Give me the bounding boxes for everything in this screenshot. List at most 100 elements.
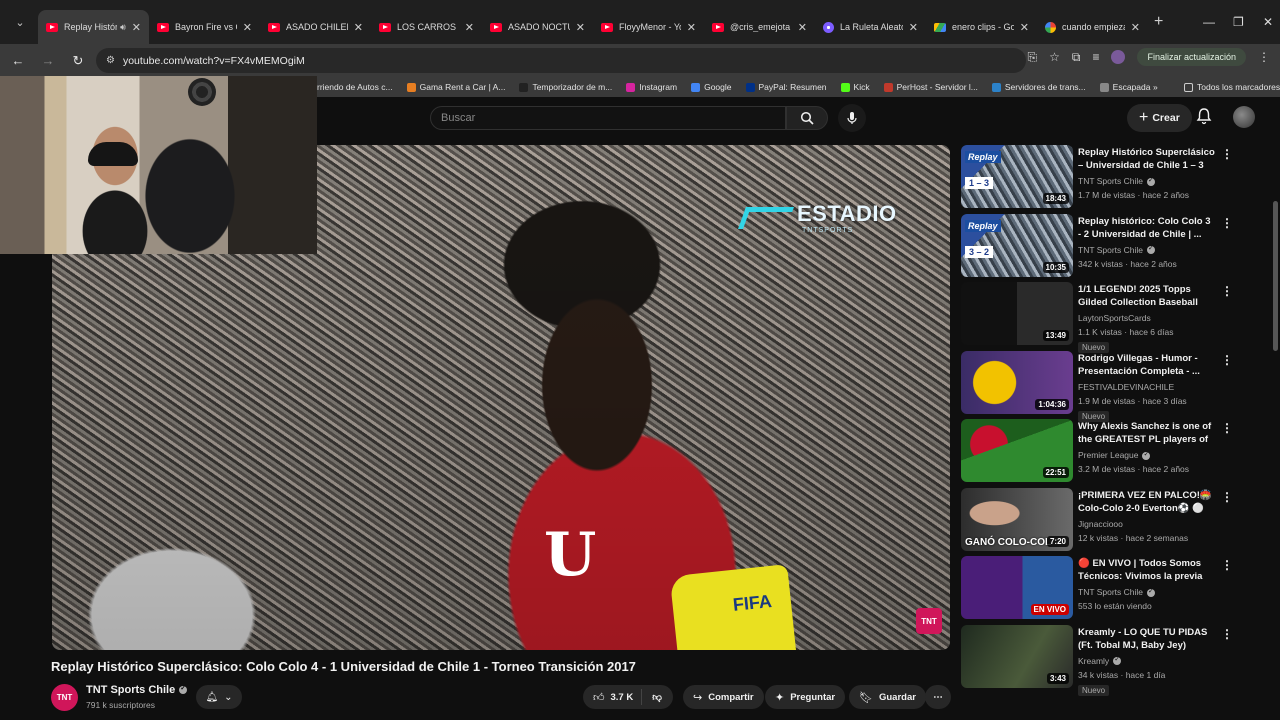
- extensions-icon[interactable]: ⧉: [1072, 50, 1081, 65]
- search-button[interactable]: [786, 106, 828, 130]
- like-button[interactable]: 👍︎ 3.7 K: [583, 689, 643, 705]
- recommended-channel[interactable]: Jignacciooo: [1078, 519, 1123, 529]
- browser-tab[interactable]: Bayron Fire vs Ori ✕: [149, 10, 260, 44]
- close-tab-icon[interactable]: ✕: [576, 21, 585, 34]
- recommended-video[interactable]: EN VIVO 🔴 EN VIVO | Todos Somos Técnicos:…: [961, 556, 1271, 620]
- more-options-icon[interactable]: ⋮: [1221, 216, 1233, 230]
- recommended-video[interactable]: 22:51 Why Alexis Sanchez is one of the GR…: [961, 419, 1271, 483]
- bookmark-item[interactable]: Servidores de trans...: [991, 82, 1086, 92]
- video-thumbnail[interactable]: 22:51: [961, 419, 1073, 482]
- recommended-title[interactable]: Replay histórico: Colo Colo 3 - 2 Univer…: [1078, 215, 1216, 241]
- close-tab-icon[interactable]: ✕: [132, 21, 141, 34]
- bookmarks-overflow-icon[interactable]: »: [1153, 82, 1158, 92]
- browser-tab[interactable]: Replay Histórico🔊︎ ✕: [38, 10, 149, 44]
- voice-search-button[interactable]: [838, 104, 866, 132]
- save-button[interactable]: 🔖︎ Guardar: [849, 685, 926, 709]
- bookmark-item[interactable]: Temporizador de m...: [519, 82, 612, 92]
- tab-search-button[interactable]: ⌄: [6, 8, 34, 36]
- reload-button[interactable]: ↻: [66, 49, 90, 73]
- recommended-title[interactable]: Why Alexis Sanchez is one of the GREATES…: [1078, 420, 1216, 446]
- close-tab-icon[interactable]: ✕: [354, 21, 363, 34]
- video-thumbnail[interactable]: Replay 1 – 3 18:43: [961, 145, 1073, 208]
- recommended-video[interactable]: 13:49 1/1 LEGEND! 2025 Topps Gilded Colle…: [961, 282, 1271, 353]
- close-tab-icon[interactable]: ✕: [243, 21, 252, 34]
- browser-tab[interactable]: cuando empieza ✕: [1037, 10, 1148, 44]
- bookmark-item[interactable]: Instagram: [626, 82, 677, 92]
- video-thumbnail[interactable]: Replay 3 – 2 10:35: [961, 213, 1073, 277]
- bookmark-item[interactable]: PayPal: Resumen: [745, 82, 827, 92]
- recommended-video[interactable]: GANÓ COLO-COL 7:20 ¡PRIMERA VEZ EN PALCO!🏟…: [961, 487, 1271, 552]
- tab-audio-icon[interactable]: 🔊︎: [120, 22, 126, 33]
- more-options-icon[interactable]: ⋮: [1221, 353, 1233, 367]
- recommended-title[interactable]: 1/1 LEGEND! 2025 Topps Gilded Collection…: [1078, 283, 1216, 309]
- recommended-channel[interactable]: Kreamly: [1078, 655, 1122, 666]
- more-options-icon[interactable]: ⋮: [1221, 558, 1233, 572]
- create-button[interactable]: + Crear: [1127, 104, 1192, 132]
- recommended-title[interactable]: 🔴 EN VIVO | Todos Somos Técnicos: Vivimo…: [1078, 557, 1216, 583]
- recommended-channel[interactable]: LaytonSportsCards: [1078, 313, 1151, 323]
- recommended-video[interactable]: Replay 3 – 2 10:35 Replay histórico: Colo C…: [961, 213, 1271, 278]
- browser-tab[interactable]: @cris_emejota : E ✕: [704, 10, 815, 44]
- more-options-icon[interactable]: ⋮: [1221, 627, 1233, 641]
- close-tab-icon[interactable]: ✕: [465, 21, 474, 34]
- browser-tab[interactable]: FloyyMenor - You ✕: [593, 10, 704, 44]
- recommended-channel[interactable]: TNT Sports Chile: [1078, 244, 1156, 255]
- recommended-channel[interactable]: Premier League: [1078, 450, 1151, 460]
- bookmark-item[interactable]: Escapada: [1099, 82, 1150, 92]
- account-avatar[interactable]: [1233, 106, 1255, 128]
- search-input[interactable]: Buscar: [430, 106, 786, 130]
- address-bar[interactable]: ⚙ youtube.com/watch?v=FX4vMEMOgiM: [96, 48, 1026, 73]
- bookmark-star-icon[interactable]: ☆: [1049, 50, 1060, 64]
- browser-tab[interactable]: ASADO CHILENO ✕: [260, 10, 371, 44]
- subscription-bell-button[interactable]: 🔔︎ ⌄: [196, 685, 242, 709]
- close-tab-icon[interactable]: ✕: [798, 21, 807, 34]
- more-menu-icon[interactable]: ⋮: [1258, 50, 1270, 64]
- recommended-video[interactable]: Replay 1 – 3 18:43 Replay Histórico Supercl…: [961, 145, 1271, 209]
- channel-avatar[interactable]: TNT: [51, 684, 78, 711]
- more-actions-button[interactable]: ⋯: [925, 685, 951, 709]
- video-thumbnail[interactable]: 1:04:36: [961, 350, 1073, 414]
- close-tab-icon[interactable]: ✕: [687, 21, 696, 34]
- recommended-title[interactable]: Kreamly - LO QUE TU PIDAS (Ft. Tobal MJ,…: [1078, 626, 1216, 652]
- more-options-icon[interactable]: ⋮: [1221, 284, 1233, 298]
- recommended-title[interactable]: Replay Histórico Superclásico – Universi…: [1078, 146, 1216, 172]
- bookmark-item[interactable]: Kick: [840, 82, 870, 92]
- recommended-channel[interactable]: TNT Sports Chile: [1078, 587, 1156, 597]
- close-window-button[interactable]: ✕: [1263, 0, 1273, 44]
- install-app-icon[interactable]: ⎘: [1027, 50, 1037, 65]
- close-tab-icon[interactable]: ✕: [909, 21, 918, 34]
- video-thumbnail[interactable]: EN VIVO: [961, 556, 1073, 619]
- minimize-button[interactable]: —: [1203, 0, 1215, 44]
- recommended-video[interactable]: 3:43 Kreamly - LO QUE TU PIDAS (Ft. Tobal…: [961, 624, 1271, 696]
- share-button[interactable]: ↪ Compartir: [683, 685, 764, 709]
- recommended-channel[interactable]: FESTIVALDEVINACHILE: [1078, 382, 1174, 392]
- close-tab-icon[interactable]: ✕: [1131, 21, 1140, 34]
- scrollbar-thumb[interactable]: [1273, 201, 1278, 351]
- site-info-icon[interactable]: ⚙: [106, 55, 115, 66]
- media-controls-icon[interactable]: ≡: [1092, 50, 1099, 64]
- ask-button[interactable]: ✦ Preguntar: [765, 685, 846, 709]
- bookmark-item[interactable]: PerHost - Servidor l...: [883, 82, 978, 92]
- forward-button[interactable]: →: [36, 49, 60, 73]
- more-options-icon[interactable]: ⋮: [1221, 147, 1233, 161]
- browser-tab[interactable]: ASADO NOCTURN ✕: [482, 10, 593, 44]
- bookmark-item[interactable]: rriendo de Autos c...: [317, 82, 393, 92]
- all-bookmarks-button[interactable]: Todos los marcadores: [1184, 82, 1280, 92]
- restore-button[interactable]: ❐: [1233, 0, 1244, 44]
- profile-avatar[interactable]: [1111, 50, 1126, 64]
- back-button[interactable]: ←: [6, 49, 30, 73]
- more-options-icon[interactable]: ⋮: [1221, 490, 1233, 504]
- close-tab-icon[interactable]: ✕: [1020, 21, 1029, 34]
- new-tab-button[interactable]: +: [1154, 13, 1163, 31]
- notifications-bell-icon[interactable]: [1196, 107, 1212, 125]
- recommended-title[interactable]: Rodrigo Villegas - Humor - Presentación …: [1078, 352, 1216, 378]
- video-thumbnail[interactable]: 13:49: [961, 282, 1073, 345]
- update-button[interactable]: Finalizar actualización: [1137, 48, 1246, 66]
- dislike-button[interactable]: 👎︎: [642, 691, 672, 703]
- channel-name[interactable]: TNT Sports Chile: [86, 684, 188, 696]
- browser-tab[interactable]: enero clips - Goo ✕: [926, 10, 1037, 44]
- recommended-video[interactable]: 1:04:36 Rodrigo Villegas - Humor - Presen…: [961, 350, 1271, 422]
- browser-tab[interactable]: LOS CARROS LUJ ✕: [371, 10, 482, 44]
- bookmark-item[interactable]: Gama Rent a Car | A...: [406, 82, 505, 92]
- more-options-icon[interactable]: ⋮: [1221, 421, 1233, 435]
